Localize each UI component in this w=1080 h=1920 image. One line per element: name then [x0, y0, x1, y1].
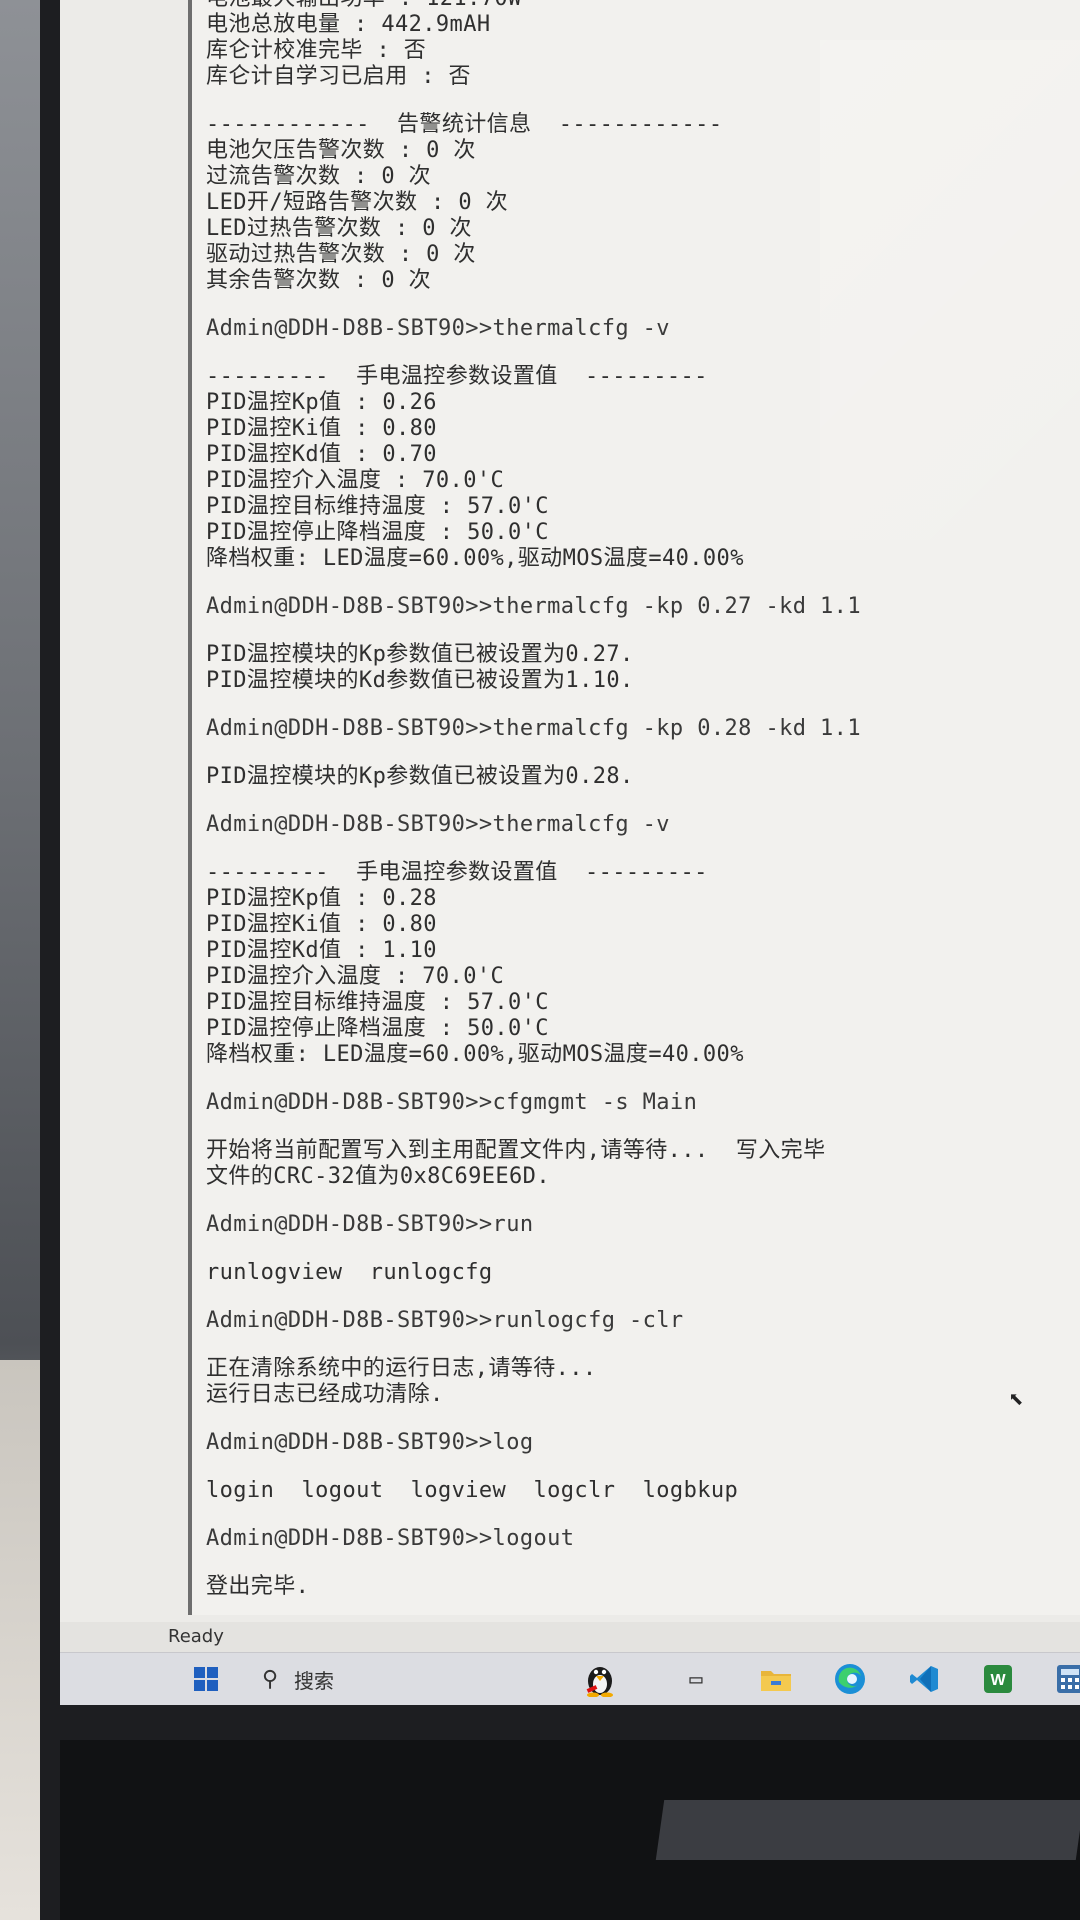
terminal-line: 降档权重: LED温度=60.00%,驱动MOS温度=40.00% — [206, 546, 744, 571]
terminal-window[interactable]: 电池最大输出功率 : 121.70W电池总放电量 : 442.9mAH库仑计校准… — [188, 0, 1080, 1682]
laptop-screen: 电池最大输出功率 : 121.70W电池总放电量 : 442.9mAH库仑计校准… — [60, 0, 1080, 1705]
windows-start-icon[interactable] — [188, 1661, 224, 1697]
status-text: Ready — [168, 1626, 224, 1647]
edge-icon[interactable] — [830, 1661, 870, 1697]
terminal-line: PID温控Kd值 : 0.70 — [206, 442, 437, 467]
terminal-line: PID温控Kp值 : 0.26 — [206, 390, 437, 415]
terminal-line: PID温控停止降档温度 : 50.0'C — [206, 520, 549, 545]
terminal-line: PID温控模块的Kd参数值已被设置为1.10. — [206, 668, 634, 693]
terminal-line: PID温控模块的Kp参数值已被设置为0.27. — [206, 642, 634, 667]
terminal-output[interactable]: 电池最大输出功率 : 121.70W电池总放电量 : 442.9mAH库仑计校准… — [206, 0, 1076, 1682]
terminal-prompt-line: Admin@DDH-D8B-SBT90>>thermalcfg -kp 0.28… — [206, 716, 861, 741]
terminal-prompt-line: Admin@DDH-D8B-SBT90>>thermalcfg -v — [206, 316, 670, 341]
terminal-line: 电池最大输出功率 : 121.70W — [206, 0, 1076, 12]
tux-icon[interactable] — [580, 1661, 620, 1697]
search-icon[interactable]: ⚲ — [252, 1661, 288, 1697]
terminal-line: login logout logview logclr logbkup — [206, 1478, 739, 1503]
vscode-icon[interactable] — [904, 1661, 944, 1697]
status-bar: Ready — [60, 1622, 1080, 1652]
terminal-line: 电池总放电量 : 442.9mAH — [206, 12, 491, 37]
svg-text:W: W — [990, 1672, 1006, 1689]
calculator-icon[interactable] — [1050, 1661, 1080, 1697]
terminal-line: 降档权重: LED温度=60.00%,驱动MOS温度=40.00% — [206, 1042, 744, 1067]
terminal-line: PID温控目标维持温度 : 57.0'C — [206, 990, 549, 1015]
taskbar-search-label[interactable]: 搜索 — [294, 1661, 334, 1697]
terminal-line: PID温控Kd值 : 1.10 — [206, 938, 437, 963]
terminal-line: 驱动过热告警次数 : 0 次 — [206, 242, 476, 267]
terminal-line: 电池欠压告警次数 : 0 次 — [206, 138, 476, 163]
mouse-cursor-icon: ⬉ — [1008, 1385, 1024, 1415]
terminal-prompt-line: Admin@DDH-D8B-SBT90>>logout — [206, 1526, 575, 1551]
taskbar: ⚲ 搜索 ▭ W — [60, 1652, 1080, 1705]
terminal-line: PID温控介入温度 : 70.0'C — [206, 468, 505, 493]
file-explorer-icon[interactable] — [756, 1661, 796, 1697]
terminal-prompt-line: Admin@DDH-D8B-SBT90>>log — [206, 1430, 534, 1455]
terminal-line: PID温控Ki值 : 0.80 — [206, 912, 437, 937]
terminal-prompt-line: Admin@DDH-D8B-SBT90>>thermalcfg -kp 0.27… — [206, 594, 861, 619]
terminal-line: PID温控介入温度 : 70.0'C — [206, 964, 505, 989]
task-view-icon[interactable]: ▭ — [678, 1661, 714, 1697]
terminal-line: LED开/短路告警次数 : 0 次 — [206, 190, 509, 215]
terminal-line: 过流告警次数 : 0 次 — [206, 164, 432, 189]
terminal-line: --------- 手电温控参数设置值 --------- — [206, 364, 708, 389]
terminal-line: 开始将当前配置写入到主用配置文件内,请等待... 写入完毕 — [206, 1138, 826, 1163]
terminal-line: 正在清除系统中的运行日志,请等待... — [206, 1356, 597, 1381]
terminal-line: 运行日志已经成功清除. — [206, 1382, 444, 1407]
terminal-line: 库仑计校准完毕 : 否 — [206, 38, 427, 63]
terminal-line: PID温控模块的Kp参数值已被设置为0.28. — [206, 764, 634, 789]
terminal-line: PID温控Ki值 : 0.80 — [206, 416, 437, 441]
terminal-line: LED过热告警次数 : 0 次 — [206, 216, 472, 241]
terminal-line: runlogview runlogcfg — [206, 1260, 493, 1285]
terminal-line: 文件的CRC-32值为0x8C69EE6D. — [206, 1164, 550, 1189]
terminal-line: 登出完毕. — [206, 1574, 310, 1599]
terminal-prompt-line: Admin@DDH-D8B-SBT90>>run — [206, 1212, 534, 1237]
terminal-prompt-line: Admin@DDH-D8B-SBT90>>runlogcfg -clr — [206, 1308, 684, 1333]
terminal-line: PID温控Kp值 : 0.28 — [206, 886, 437, 911]
terminal-line: PID温控停止降档温度 : 50.0'C — [206, 1016, 549, 1041]
terminal-line: ------------ 告警统计信息 ------------ — [206, 112, 723, 137]
keyboard-row — [655, 1800, 1080, 1860]
terminal-line: --------- 手电温控参数设置值 --------- — [206, 860, 708, 885]
terminal-line: 库仑计自学习已启用 : 否 — [206, 64, 471, 89]
terminal-line: PID温控目标维持温度 : 57.0'C — [206, 494, 549, 519]
terminal-line: 其余告警次数 : 0 次 — [206, 268, 432, 293]
wps-icon[interactable]: W — [978, 1661, 1018, 1697]
terminal-prompt-line: Admin@DDH-D8B-SBT90>>thermalcfg -v — [206, 812, 670, 837]
terminal-prompt-line: Admin@DDH-D8B-SBT90>>cfgmgmt -s Main — [206, 1090, 698, 1115]
